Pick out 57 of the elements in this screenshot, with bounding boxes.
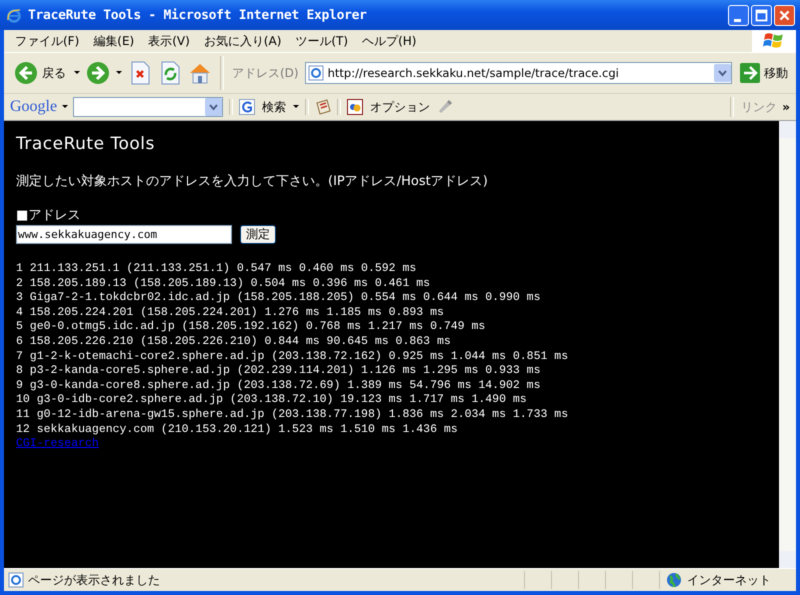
page-icon [8,572,24,588]
caret-icon[interactable] [62,105,68,109]
traceroute-hop-line: 11 g0-12-idb-arena-gw15.sphere.ad.jp (203.138.77.198) 1.836 ms 2.034 ms 1.733 ms [16,408,568,423]
page-heading: TraceRute Tools [16,134,156,154]
menu-item[interactable]: ヘルプ(H) [357,32,426,50]
caret-icon[interactable] [293,105,300,109]
zone-label: インターネット [687,572,771,588]
traceroute-hop-line: 6 158.205.226.210 (158.205.226.210) 0.844 ms 90.645 ms 0.863 ms [16,334,451,350]
dropdown-icon[interactable] [205,98,222,116]
news-icon[interactable] [315,99,332,115]
search-button[interactable]: 検索 [260,98,288,116]
go-button[interactable]: 移動 [738,61,790,85]
page-icon [308,65,324,81]
traceroute-hop-line: 3 Giga7-2-1.tokdcbr02.idc.ad.jp (158.205.188.205) 0.554 ms 0.644 ms 0.990 ms [16,291,540,306]
measure-button[interactable]: 測定 [240,225,276,244]
forward-icon[interactable] [86,61,110,85]
right-arrow-icon [740,63,760,83]
globe-icon [666,572,682,588]
address-field[interactable]: http://research.sekkaku.net/sample/trace/trace.cgi [304,62,732,84]
browser-icon [6,7,22,23]
minimize-button[interactable] [728,4,749,26]
search-field[interactable] [73,97,224,117]
traceroute-hop-line: 9 g3-0-kanda-core8.sphere.ad.jp (203.138.72.69) 1.389 ms 54.796 ms 14.902 ms [16,378,540,394]
instruction-text: 測定したい対象ホストのアドレスを入力して下さい。(IPアドレス/Hostアドレス) [16,173,489,190]
maximize-button[interactable] [751,4,772,26]
host-input-field[interactable]: www.sekkakuagency.com [16,225,232,244]
menu-item[interactable]: ファイル(F) [10,32,88,50]
address-label: アドレス(D) [232,64,299,82]
options-button[interactable]: オプション [368,98,432,116]
home-icon[interactable] [188,61,212,85]
traceroute-hop-line: 5 ge0-0.otmg5.idc.ad.jp (158.205.192.162) 0.768 ms 1.217 ms 0.749 ms [16,320,486,335]
minimize-icon [734,18,741,22]
highlighter-icon[interactable] [437,99,454,115]
back-button[interactable]: 戻る [12,59,68,87]
window-title: TraceRute Tools - Microsoft Internet Explorer [28,8,368,22]
traceroute-hop-line: 4 158.205.224.201 (158.205.224.201) 1.276 ms 1.185 ms 0.893 ms [16,306,444,320]
traceroute-hop-line: 7 g1-2-k-otemachi-core2.sphere.ad.jp (203.138.72.162) 0.925 ms 1.044 ms 0.851 ms [16,350,568,364]
dropdown-icon[interactable] [714,64,731,82]
traceroute-hop-line: 10 g3-0-idb-core2.sphere.ad.jp (203.138.72.10) 19.123 ms 1.717 ms 1.490 ms [16,393,527,408]
chevron-button[interactable]: » [782,100,796,114]
google-logo[interactable]: Google [10,98,58,116]
url-text: http://research.sekkaku.net/sample/trace/trace.cgi [328,66,620,80]
close-button[interactable] [774,4,795,26]
traceroute-hop-line: 12 sekkakuagency.com (210.153.20.121) 1.523 ms 1.510 ms 1.436 ms [16,422,458,438]
address-label: ■アドレス [16,207,82,224]
traceroute-hop-line: 1 211.133.251.1 (211.133.251.1) 0.547 ms 0.460 ms 0.592 ms [16,262,416,277]
caret-icon[interactable] [74,71,80,75]
caret-icon[interactable] [116,71,122,75]
menu-item[interactable]: 編集(E) [88,32,144,50]
menu-item[interactable]: 表示(V) [143,32,199,50]
traceroute-hop-line: 8 p3-2-kanda-core5.sphere.ad.jp (202.239.114.201) 1.126 ms 1.295 ms 0.933 ms [16,364,540,379]
menu-item[interactable]: お気に入り(A) [198,32,290,50]
status-message: ページが表示されました [28,572,161,588]
traceroute-hop-line: 2 158.205.189.13 (158.205.189.13) 0.504 ms 0.396 ms 0.461 ms [16,276,430,292]
google-g-icon[interactable] [239,99,256,115]
menu-item[interactable]: ツール(T) [290,32,358,50]
options-icon[interactable] [347,99,364,115]
